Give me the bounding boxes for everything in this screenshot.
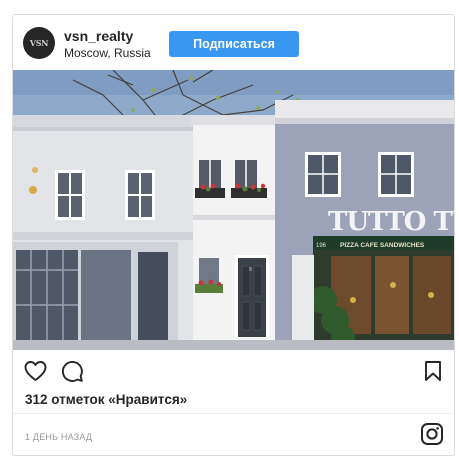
action-bar <box>13 350 454 394</box>
shop-number: 196 <box>316 243 327 249</box>
shop-fascia: PIZZA CAFE SANDWICHES <box>340 242 425 249</box>
townhouse-photo: 8 TUTTO TUCCI PIZZA CAFE SANDWICHES 196 <box>13 70 454 350</box>
follow-button[interactable]: Подписаться <box>169 31 299 57</box>
instagram-post-card: VSN vsn_realty Moscow, Russia Подписатьс… <box>12 14 455 456</box>
likes-count[interactable]: 312 отметок «Нравится» <box>25 392 187 407</box>
username[interactable]: vsn_realty <box>64 28 133 44</box>
door-number: 8 <box>249 267 252 273</box>
divider <box>13 413 454 414</box>
instagram-icon[interactable] <box>420 422 444 446</box>
bookmark-icon[interactable] <box>423 360 443 382</box>
post-photo[interactable]: 8 TUTTO TUCCI PIZZA CAFE SANDWICHES 196 <box>13 70 454 350</box>
post-timestamp[interactable]: 1 ДЕНЬ НАЗАД <box>25 432 92 442</box>
shop-sign: TUTTO TUCCI <box>328 207 454 237</box>
heart-icon[interactable] <box>23 359 48 383</box>
avatar[interactable]: VSN <box>23 27 55 59</box>
post-header: VSN vsn_realty Moscow, Russia Подписатьс… <box>13 15 454 70</box>
comment-icon[interactable] <box>60 359 84 383</box>
avatar-logo-text: VSN <box>29 38 49 48</box>
location[interactable]: Moscow, Russia <box>64 46 151 60</box>
